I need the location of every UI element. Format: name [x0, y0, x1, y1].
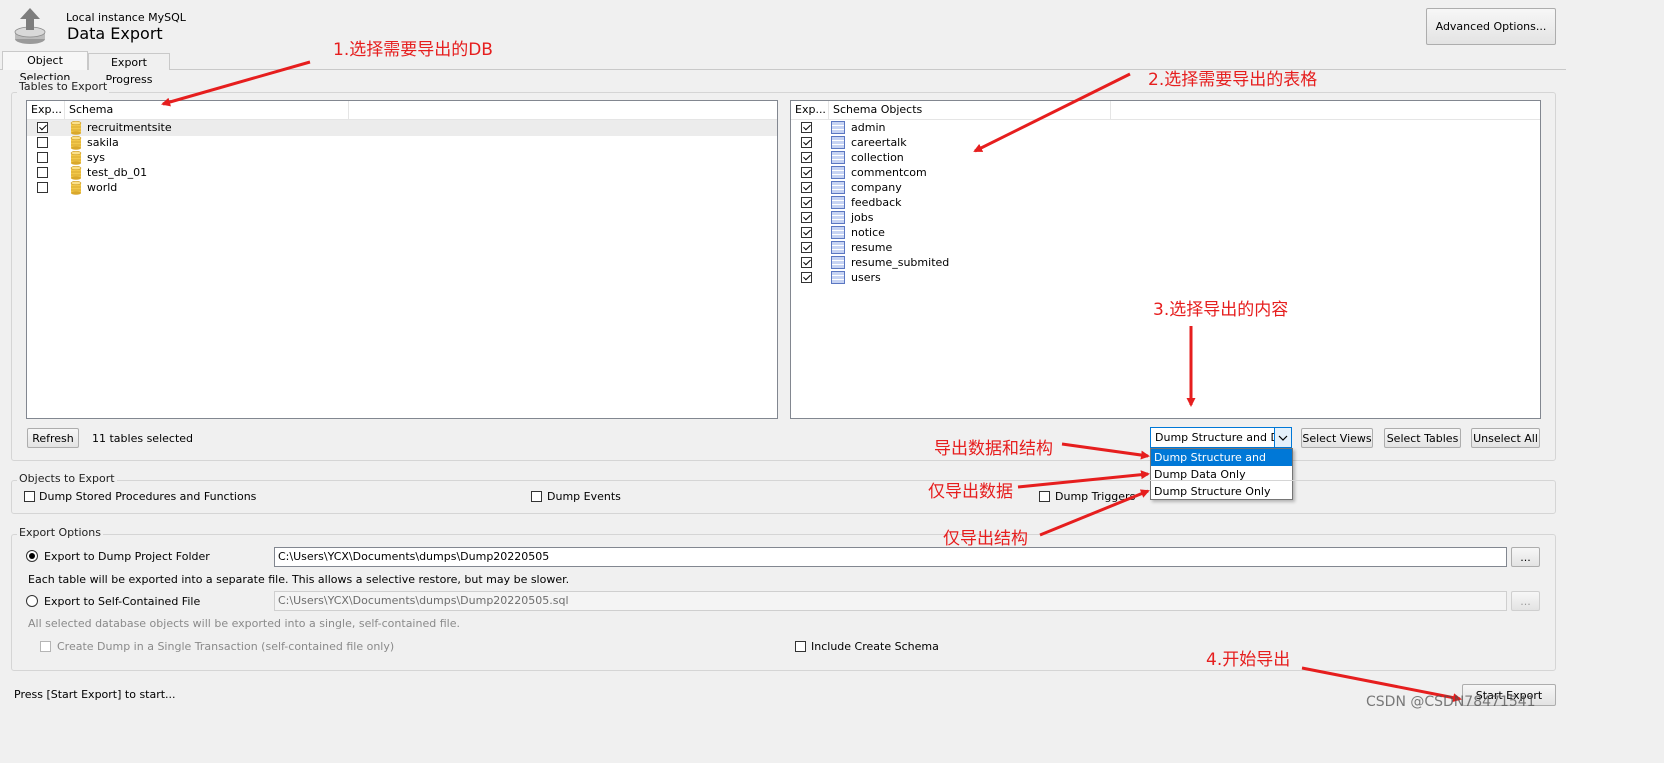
annotation-opt-structure-data: 导出数据和结构	[934, 439, 1053, 459]
annotation-opt-structure-only: 仅导出结构	[943, 529, 1028, 549]
arrow-opt1	[1061, 442, 1150, 460]
annotation-select-tables: 2.选择需要导出的表格	[1148, 70, 1318, 90]
arrow-tables	[973, 72, 1131, 153]
annotation-arrows	[161, 60, 1462, 703]
arrow-opt3	[1039, 489, 1150, 537]
annotation-select-content: 3.选择导出的内容	[1153, 300, 1289, 320]
annotation-opt-data-only: 仅导出数据	[928, 482, 1013, 502]
arrow-opt2	[1017, 470, 1150, 489]
watermark: CSDN @CSDN78471541	[1366, 694, 1536, 710]
annotation-select-db: 1.选择需要导出的DB	[333, 40, 493, 60]
arrow-db	[161, 60, 311, 107]
annotation-start-export: 4.开始导出	[1206, 650, 1291, 670]
